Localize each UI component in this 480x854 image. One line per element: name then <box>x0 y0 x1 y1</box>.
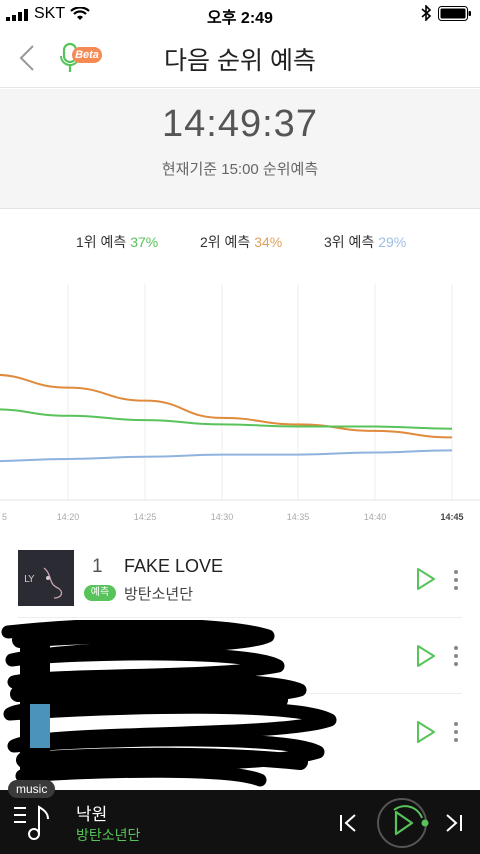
svg-text:LY: LY <box>24 574 35 585</box>
legend-percent: 34% <box>254 234 283 250</box>
player-track-artist: 방탄소년단 <box>76 827 141 843</box>
legend-label: 2위 예측 <box>200 234 251 250</box>
play-icon[interactable] <box>412 719 438 745</box>
player-track-title[interactable]: 낙원 <box>76 800 107 825</box>
countdown-clock: 14:49:37 <box>162 103 318 145</box>
x-tick-label: 5 <box>2 512 7 522</box>
x-tick-label: 14:45 <box>440 512 463 522</box>
x-tick-label: 14:20 <box>57 512 80 522</box>
play-pause-button[interactable] <box>376 796 432 850</box>
status-bar: SKT 오후 2:49 <box>0 0 480 28</box>
x-tick-label: 14:25 <box>134 512 157 522</box>
app-header: Beta 다음 순위 예측 <box>0 28 480 88</box>
more-vertical-icon[interactable] <box>452 720 460 744</box>
more-vertical-icon[interactable] <box>452 568 460 592</box>
more-vertical-icon[interactable] <box>452 644 460 668</box>
play-icon[interactable] <box>412 643 438 669</box>
row-divider <box>18 617 462 618</box>
previous-track-icon[interactable] <box>338 812 360 834</box>
song-row[interactable]: LY 1 FAKE LOVE 예측 방탄소년단 <box>0 540 480 616</box>
status-time: 오후 2:49 <box>207 10 273 27</box>
next-track-icon[interactable] <box>442 812 464 834</box>
song-artist: 방탄소년단 <box>124 586 194 603</box>
song-title: FAKE LOVE <box>124 556 224 576</box>
legend-item-3: 3위 예측 29% <box>324 232 406 252</box>
x-tick-label: 14:30 <box>211 512 234 522</box>
play-icon[interactable] <box>412 566 438 592</box>
legend-percent: 29% <box>378 234 407 250</box>
page-title: 다음 순위 예측 <box>164 47 316 75</box>
battery-icon <box>438 6 471 21</box>
rank-prediction-chart: 5 14:20 14:25 14:30 14:35 14:40 14:45 <box>0 284 480 522</box>
countdown-panel: 14:49:37 현재기준 15:00 순위예측 <box>0 89 480 209</box>
legend-item-1: 1위 예측 37% <box>76 232 158 252</box>
legend-label: 1위 예측 <box>76 234 127 250</box>
x-tick-label: 14:35 <box>287 512 310 522</box>
legend-label: 3위 예측 <box>324 234 375 250</box>
countdown-subtitle: 현재기준 15:00 순위예측 <box>161 161 319 178</box>
bluetooth-icon <box>421 5 431 21</box>
legend-item-2: 2위 예측 34% <box>200 232 282 252</box>
chart-legend: 1위 예측 37% 2위 예측 34% 3위 예측 29% <box>0 232 480 256</box>
song-rank: 1 <box>92 556 103 577</box>
x-tick-label: 14:40 <box>364 512 387 522</box>
mini-player: 낙원 방탄소년단 <box>0 790 480 854</box>
prediction-badge: 예측 <box>84 585 116 601</box>
music-note-menu-icon[interactable] <box>12 804 52 842</box>
legend-percent: 37% <box>130 234 159 250</box>
music-badge: music <box>8 780 56 798</box>
redaction-scribble <box>1 620 337 787</box>
album-art: LY <box>18 550 74 606</box>
